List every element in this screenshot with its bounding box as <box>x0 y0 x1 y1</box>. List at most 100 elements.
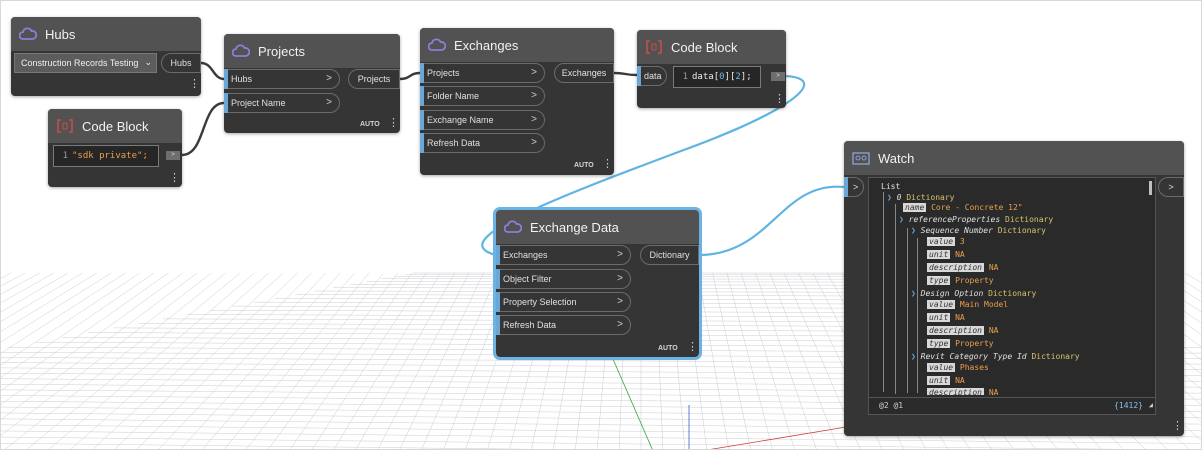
port-label: Exchanges <box>503 250 548 260</box>
chevron-down-icon[interactable]: ❯ <box>911 352 916 361</box>
exchange-data-node[interactable]: Exchange Data Exchanges > Object Filter > … <box>493 207 702 360</box>
exchange-data-input-refresh-data[interactable]: Refresh Data > <box>496 315 631 335</box>
exchanges-output-port[interactable]: Exchanges <box>554 63 614 83</box>
projects-input-hubs[interactable]: Hubs > <box>224 69 340 89</box>
port-label: Object Filter <box>503 274 552 284</box>
projects-node-title: Projects <box>258 43 305 59</box>
tree-guide-line <box>917 238 918 393</box>
code-block-node-2[interactable]: Code Block data 1 data[0][2]; > ⋮ <box>637 30 786 108</box>
projects-output-label: Projects <box>357 74 391 84</box>
port-label: Projects <box>427 68 460 78</box>
connector-wire <box>399 71 421 81</box>
dynamo-canvas[interactable]: Hubs Construction Records Testing ⌄ Hubs… <box>0 0 1202 450</box>
node-menu-icon[interactable]: ⋮ <box>774 94 785 105</box>
projects-input-project-name[interactable]: Project Name > <box>224 93 340 113</box>
watch-scrollbar[interactable] <box>1149 181 1152 195</box>
chevron-down-icon[interactable]: ❯ <box>911 226 916 235</box>
connector-wire <box>698 185 845 257</box>
tree-kv: description NA <box>927 388 999 395</box>
watch-node-title: Watch <box>878 150 915 166</box>
code-block-node-1[interactable]: Code Block 1 "sdk private"; > ⋮ <box>48 109 182 187</box>
exchange-data-input-exchanges[interactable]: Exchanges > <box>496 245 631 265</box>
chevron-down-icon: ⌄ <box>144 57 152 67</box>
chevron-right-icon: > <box>326 73 332 84</box>
chevron-right-icon: > <box>531 137 537 148</box>
port-label: Refresh Data <box>503 320 557 330</box>
port-label: data <box>644 71 662 81</box>
line-number: 1 <box>62 151 68 161</box>
lacing-label: AUTO <box>658 345 678 352</box>
exchanges-node-header[interactable]: Exchanges <box>420 28 614 62</box>
chevron-down-icon[interactable]: ❯ <box>887 193 892 202</box>
projects-node-header[interactable]: Projects <box>224 34 400 68</box>
port-label: > <box>853 182 859 192</box>
exchanges-output-label: Exchanges <box>561 68 607 78</box>
exchange-data-node-title: Exchange Data <box>530 219 619 235</box>
exchanges-node[interactable]: Exchanges Projects > Folder Name > Exchang… <box>420 28 614 175</box>
watch-node-header[interactable]: Watch <box>844 141 1184 175</box>
node-menu-icon[interactable]: ⋮ <box>1172 421 1183 432</box>
tree-kv: unit NA <box>927 250 965 259</box>
watch-footer: @2 @1 {1412} ◢ <box>869 397 1155 414</box>
node-menu-icon[interactable]: ⋮ <box>687 342 698 353</box>
tree-kv: description NA <box>927 263 999 272</box>
watch-output-port[interactable]: > <box>1158 177 1184 197</box>
code-editor-1[interactable]: 1 "sdk private"; <box>53 145 159 167</box>
tree-kv: value Main Model <box>927 300 1009 309</box>
cloud-icon <box>428 36 446 54</box>
chevron-right-icon: > <box>617 273 623 284</box>
hubs-node[interactable]: Hubs Construction Records Testing ⌄ Hubs… <box>11 17 201 96</box>
chevron-down-icon[interactable]: ❯ <box>911 289 916 298</box>
connector-wire <box>613 71 638 77</box>
port-label: Folder Name <box>427 91 480 101</box>
exchange-data-output-label: Dictionary <box>649 250 690 260</box>
projects-node[interactable]: Projects Hubs > Project Name > Projects AU… <box>224 34 400 133</box>
code-block-1-output-port[interactable]: > <box>166 151 180 160</box>
watch-input-port[interactable]: > <box>844 177 864 197</box>
chevron-right-icon: > <box>531 67 537 78</box>
exchange-data-input-object-filter[interactable]: Object Filter > <box>496 269 631 289</box>
tree-guide-line <box>895 204 896 394</box>
watch-tree-view[interactable]: List ❯ 0 Dictionary name Core - Concrete… <box>868 177 1156 415</box>
exchanges-input-exchange-name[interactable]: Exchange Name > <box>420 110 545 130</box>
node-menu-icon[interactable]: ⋮ <box>169 173 180 184</box>
hubs-node-header[interactable]: Hubs <box>11 17 201 51</box>
projects-output-port[interactable]: Projects <box>348 69 400 89</box>
chevron-right-icon: > <box>617 249 623 260</box>
code-block-2-output-port[interactable]: > <box>771 72 785 81</box>
exchange-data-input-property-selection[interactable]: Property Selection > <box>496 292 631 312</box>
code-block-2-header[interactable]: Code Block <box>637 30 786 64</box>
tree-guide-line <box>907 228 908 393</box>
cloud-icon <box>504 218 522 236</box>
tree-kv: value Phases <box>927 363 989 372</box>
watch-node[interactable]: Watch > > List ❯ 0 Dictionary name Core … <box>844 141 1184 436</box>
exchanges-input-refresh-data[interactable]: Refresh Data > <box>420 133 545 153</box>
exchange-data-output-port[interactable]: Dictionary <box>640 245 699 265</box>
watch-icon <box>852 149 870 167</box>
node-menu-icon[interactable]: ⋮ <box>189 79 200 90</box>
node-menu-icon[interactable]: ⋮ <box>602 159 613 170</box>
chevron-down-icon[interactable]: ❯ <box>899 215 904 224</box>
exchanges-node-title: Exchanges <box>454 37 519 53</box>
cloud-icon <box>232 42 250 60</box>
node-menu-icon[interactable]: ⋮ <box>388 118 399 129</box>
code-block-2-title: Code Block <box>671 39 738 55</box>
list-levels: @2 @1 <box>879 401 904 410</box>
code-editor-2[interactable]: 1 data[0][2]; <box>673 66 761 88</box>
code-block-1-header[interactable]: Code Block <box>48 109 182 143</box>
tree-kv: unit NA <box>927 313 965 322</box>
tree-name-entry: name Core - Concrete 12" <box>903 203 1023 212</box>
code-block-2-input-data[interactable]: data <box>637 66 667 86</box>
cloud-icon <box>19 25 37 43</box>
port-label: Property Selection <box>503 297 577 307</box>
exchanges-input-folder-name[interactable]: Folder Name > <box>420 86 545 106</box>
hubs-output-port[interactable]: Hubs <box>161 53 201 73</box>
port-label: Hubs <box>231 74 253 84</box>
resize-grip-icon[interactable]: ◢ <box>1149 401 1153 409</box>
exchange-data-node-header[interactable]: Exchange Data <box>496 210 699 244</box>
line-number: 1 <box>682 72 688 82</box>
hubs-output-label: Hubs <box>170 58 192 68</box>
lacing-label: AUTO <box>360 121 380 128</box>
exchanges-input-projects[interactable]: Projects > <box>420 63 545 83</box>
hub-dropdown[interactable]: Construction Records Testing ⌄ <box>14 53 157 73</box>
